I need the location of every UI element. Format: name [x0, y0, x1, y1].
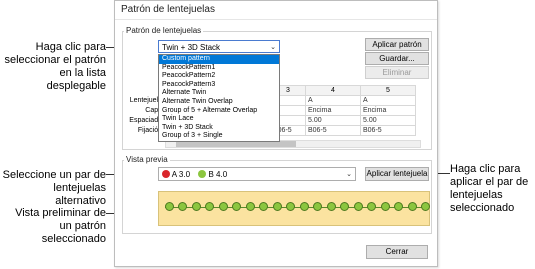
preview-bead — [407, 202, 417, 211]
delete-button: Eliminar — [365, 66, 429, 79]
grid-cell[interactable]: B06-5 — [360, 125, 416, 136]
preview-bead — [421, 202, 430, 211]
preview-bead — [367, 202, 377, 211]
preview-bead — [340, 202, 350, 211]
dropdown-item[interactable]: Group of 5 + Alternate Overlap — [159, 107, 279, 116]
row-label-spacing: Espaciado — [129, 117, 162, 124]
preview-bead — [245, 202, 255, 211]
preview-group-title: Vista previa — [124, 155, 170, 164]
preview-bead — [380, 202, 390, 211]
preview-bead — [286, 202, 296, 211]
dropdown-item[interactable]: PeacockPattern1 — [159, 64, 279, 73]
grid-cell[interactable]: B06-5 — [305, 125, 361, 136]
preview-bead — [178, 202, 188, 211]
preview-bead — [394, 202, 404, 211]
callout-preview: Vista preliminar de un patrón selecciona… — [15, 207, 106, 245]
grid-header-cell: 5 — [360, 85, 416, 96]
pattern-group-title: Patrón de lentejuelas — [124, 26, 204, 35]
dropdown-item[interactable]: Alternate Twin — [159, 89, 279, 98]
pattern-combobox[interactable]: Twin + 3D Stack ⌄ — [158, 40, 280, 53]
close-button[interactable]: Cerrar — [366, 245, 428, 259]
preview-bead — [326, 202, 336, 211]
preview-bead — [313, 202, 323, 211]
callout-line-apply — [436, 173, 450, 174]
pattern-combobox-value: Twin + 3D Stack — [162, 43, 221, 52]
row-label-layer: Capa — [145, 107, 162, 114]
dropdown-item[interactable]: PeacockPattern3 — [159, 81, 279, 90]
row-label-fixing: Fijación — [137, 127, 162, 134]
sequin-a-label: A 3.0 — [171, 170, 191, 179]
preview-bead — [353, 202, 363, 211]
save-button[interactable]: Guardar... — [365, 52, 429, 65]
grid-cell[interactable]: Encima — [360, 105, 416, 116]
grid-header-row: 3 4 5 — [270, 85, 416, 96]
table-row: B06-5 B06-5 B06-5 — [270, 125, 416, 136]
dropdown-item[interactable]: Custom pattern — [159, 55, 279, 64]
table-row: Encima Encima — [270, 105, 416, 116]
grid-cell[interactable]: A — [305, 95, 361, 106]
sequin-pair-combobox[interactable]: A 3.0 B 4.0 ⌄ — [158, 167, 356, 181]
dropdown-item[interactable]: Alternate Twin Overlap — [159, 98, 279, 107]
callout-apply: Haga clic para aplicar el par de lenteju… — [450, 163, 529, 214]
sequin-b-label: B 4.0 — [208, 170, 228, 179]
dropdown-item[interactable]: Twin Lace — [159, 115, 279, 124]
grid-cell[interactable]: 5.00 — [360, 115, 416, 126]
pattern-dropdown-list[interactable]: Custom pattern PeacockPattern1 PeacockPatt… — [158, 54, 280, 142]
preview-bead — [259, 202, 269, 211]
row-label-sequin: Lentejuela — [129, 97, 162, 104]
preview-bead — [299, 202, 309, 211]
apply-pattern-button[interactable]: Aplicar patrón — [365, 38, 429, 51]
table-row: A A A — [270, 95, 416, 106]
pattern-preview — [158, 191, 430, 226]
preview-bead — [272, 202, 282, 211]
dropdown-item[interactable]: Group of 3 + Single — [159, 132, 279, 141]
sequin-b-icon — [198, 170, 207, 178]
dialog-title: Patrón de lentejuelas — [115, 1, 437, 20]
table-row: 5.00 5.00 — [270, 115, 416, 126]
preview-bead — [165, 202, 174, 211]
preview-bead — [205, 202, 215, 211]
apply-sequin-button[interactable]: Aplicar lentejuela — [365, 167, 429, 181]
grid-cell[interactable]: 5.00 — [305, 115, 361, 126]
pattern-grid[interactable]: 3 4 5 A A A Encima Encima 5.00 5.00 B06-… — [270, 85, 416, 136]
dropdown-item[interactable]: PeacockPattern2 — [159, 72, 279, 81]
preview-bead — [191, 202, 201, 211]
preview-bead — [218, 202, 228, 211]
callout-select-pattern: Haga clic para seleccionar el patrón en … — [4, 41, 106, 92]
callout-select-pair: Seleccione un par de lentejuelas alterna… — [2, 169, 106, 207]
grid-cell[interactable]: Encima — [305, 105, 361, 116]
preview-bead — [232, 202, 242, 211]
chevron-down-icon[interactable]: ⌄ — [346, 168, 352, 181]
grid-header-cell: 4 — [305, 85, 361, 96]
chevron-down-icon[interactable]: ⌄ — [270, 41, 276, 54]
sequin-a-icon — [162, 170, 170, 178]
grid-cell[interactable]: A — [360, 95, 416, 106]
dropdown-item[interactable]: Twin + 3D Stack — [159, 124, 279, 133]
